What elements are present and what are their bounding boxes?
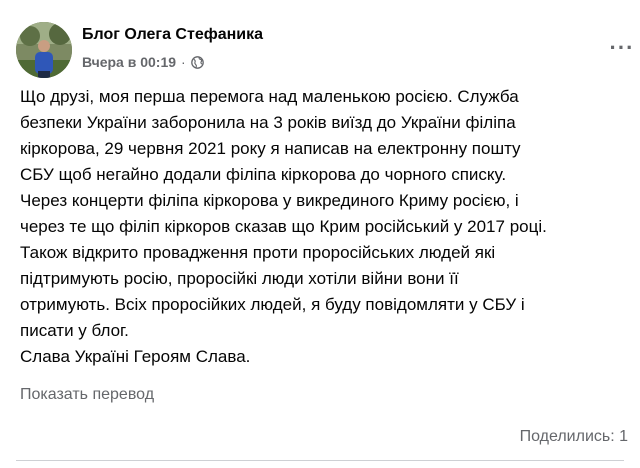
post-message-line: Також відкрито провадження проти проросі…: [20, 243, 496, 262]
post-message-line: Що друзі, моя перша перемога над маленьк…: [20, 87, 519, 106]
post-message-line: через те що філіп кіркоров сказав що Кри…: [20, 217, 547, 236]
avatar[interactable]: [16, 22, 72, 78]
post-header: Блог Олега Стефаника Вчера в 00:19 · ···: [16, 22, 633, 78]
divider: [16, 460, 624, 461]
avatar-photo: [16, 22, 72, 78]
globe-icon[interactable]: [190, 55, 204, 69]
post-meta: Вчера в 00:19 ·: [82, 54, 204, 70]
more-options-icon: ···: [609, 35, 635, 60]
post-message-line: СБУ щоб негайно додали філіпа кіркорова …: [20, 165, 507, 184]
post-message-line: Через концерти філіпа кіркорова у викред…: [20, 191, 519, 210]
post-card: Блог Олега Стефаника Вчера в 00:19 · ···…: [0, 0, 640, 468]
post-message-line: безпеки України заборонила на 3 років ви…: [20, 113, 516, 132]
shares-count[interactable]: Поделились: 1: [520, 428, 628, 446]
see-translation-link[interactable]: Показать перевод: [20, 386, 154, 404]
meta-separator: ·: [181, 54, 186, 70]
post-message-line: писати у блог.: [20, 321, 129, 340]
post-message-line: підтримують росію, проросійкі люди хотіл…: [20, 269, 459, 288]
post-timestamp[interactable]: Вчера в 00:19: [82, 54, 176, 70]
post-message-line: отримують. Всіх проросійких людей, я буд…: [20, 295, 525, 314]
post-message-line: кіркорова, 29 червня 2021 року я написав…: [20, 139, 521, 158]
more-options-button[interactable]: ···: [604, 30, 640, 66]
post-message-line: Слава Україні Героям Слава.: [20, 347, 251, 366]
post-message: Що друзі, моя перша перемога над маленьк…: [20, 84, 630, 370]
author-name[interactable]: Блог Олега Стефаника: [82, 26, 263, 44]
